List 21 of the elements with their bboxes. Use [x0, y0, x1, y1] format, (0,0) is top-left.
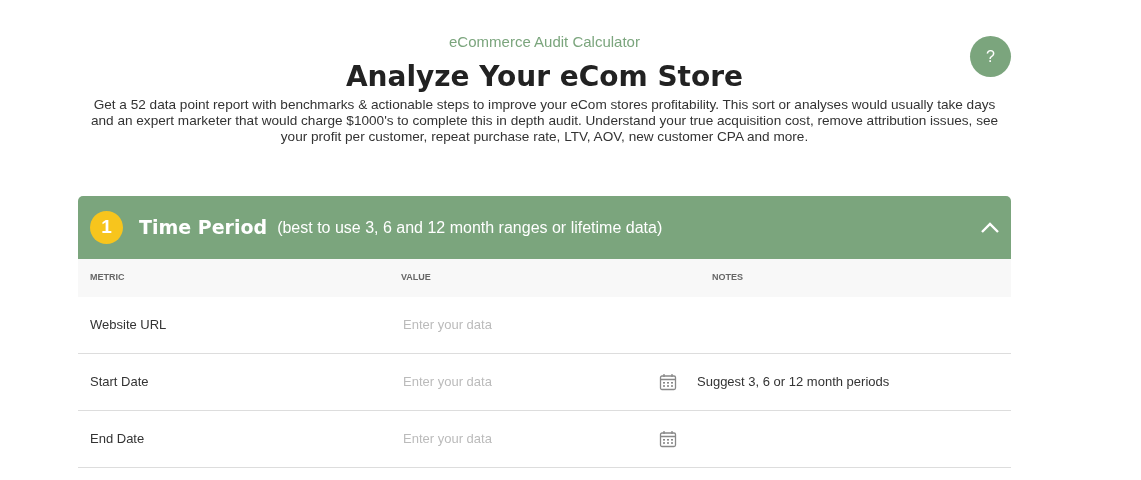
step-number: 1 [90, 211, 123, 245]
calendar-icon[interactable] [659, 430, 677, 449]
metric-label: End Date [90, 431, 145, 447]
data-input[interactable]: Enter your data [401, 371, 651, 393]
column-header: VALUE [401, 272, 431, 283]
calendar-icon[interactable] [659, 373, 677, 392]
chevron-up-icon[interactable] [981, 222, 999, 234]
note-text: Suggest 3, 6 or 12 month periods [697, 374, 890, 390]
page-title: Analyze Your eCom Store [344, 59, 745, 94]
description: Get a 52 data point report with benchmarks & actionable steps to improve your eCom stores profitability. This sort or analyses would usually take days and an expert marketer that would charge $1000's to complete this in depth audit. Understand your true acquisition cost, remove attribution issues, see your profit per customer, repeat purchase rate, LTV, AOV, new customer CPA and more. [89, 97, 1000, 146]
column-header: NOTES [712, 272, 743, 283]
data-input[interactable]: Enter your data [401, 428, 651, 450]
metric-label: Start Date [90, 374, 149, 390]
metric-label: Website URL [90, 317, 167, 333]
help-button[interactable]: ? [970, 36, 1011, 77]
section-header[interactable]: 1 Time Period (best to use 3, 6 and 12 month ranges or lifetime data) [78, 196, 1011, 260]
app-subtitle: eCommerce Audit Calculator [449, 32, 640, 52]
column-header: METRIC [90, 272, 125, 283]
data-input[interactable]: Enter your data [401, 314, 651, 336]
section-hint: (best to use 3, 6 and 12 month ranges or lifetime data) [277, 217, 663, 238]
section-title: Time Period [139, 215, 268, 241]
